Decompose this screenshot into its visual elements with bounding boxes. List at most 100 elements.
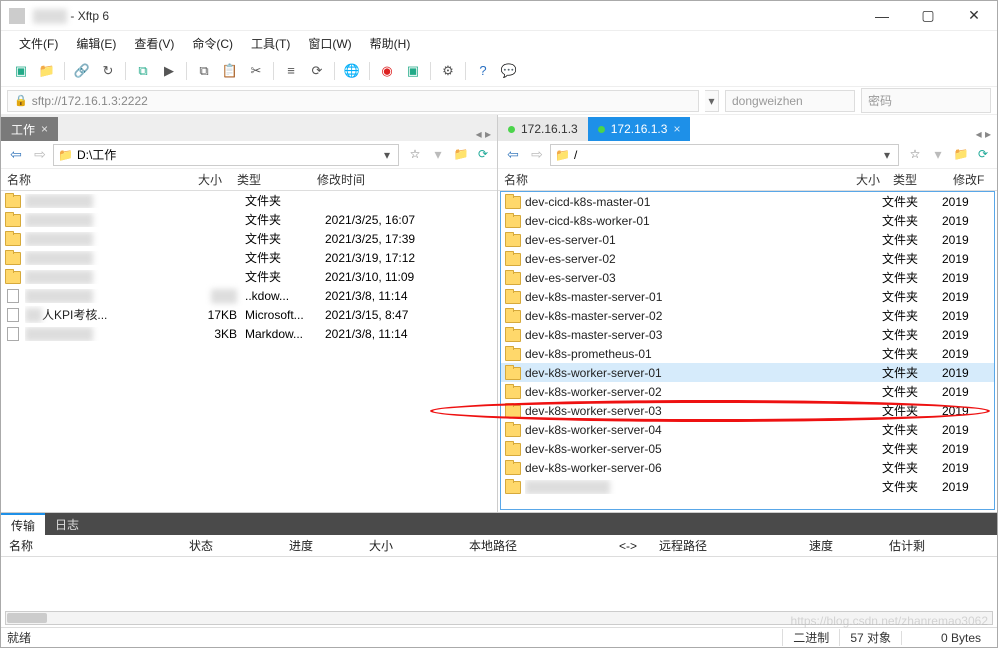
new-window-icon[interactable]: ⧉ bbox=[131, 59, 155, 83]
col-name[interactable]: 名称 bbox=[498, 171, 847, 188]
col-remote[interactable]: 远程路径 bbox=[651, 537, 801, 554]
file-row[interactable]: dev-k8s-prometheus-01文件夹2019 bbox=[501, 344, 994, 363]
col-name[interactable]: 名称 bbox=[1, 171, 181, 188]
menu-cmd[interactable]: 命令(C) bbox=[184, 33, 241, 54]
file-row[interactable]: dev-cicd-k8s-worker-01文件夹2019 bbox=[501, 211, 994, 230]
tab-log[interactable]: 日志 bbox=[45, 513, 89, 535]
settings-icon[interactable]: ⚙ bbox=[436, 59, 460, 83]
refresh-icon[interactable]: ⟳ bbox=[973, 144, 993, 164]
file-name: dev-cicd-k8s-worker-01 bbox=[525, 214, 842, 228]
col-size[interactable]: 大小 bbox=[181, 171, 231, 188]
file-row[interactable]: dev-k8s-worker-server-05文件夹2019 bbox=[501, 439, 994, 458]
col-date[interactable]: 修改F bbox=[947, 171, 997, 188]
refresh-icon[interactable]: ⟳ bbox=[305, 59, 329, 83]
file-row[interactable]: ████████文件夹 bbox=[1, 191, 497, 210]
back-button[interactable]: ⇦ bbox=[5, 144, 27, 166]
col-est[interactable]: 估计剩 bbox=[881, 537, 997, 554]
col-size[interactable]: 大小 bbox=[361, 537, 461, 554]
remote-tab-1[interactable]: 172.16.1.3 bbox=[498, 117, 588, 141]
minimize-button[interactable]: — bbox=[859, 1, 905, 31]
password-input[interactable]: 密码 bbox=[861, 88, 991, 113]
folder-icon bbox=[505, 385, 521, 399]
local-file-list[interactable]: ████████文件夹████████文件夹2021/3/25, 16:07██… bbox=[1, 191, 497, 512]
file-row[interactable]: dev-es-server-02文件夹2019 bbox=[501, 249, 994, 268]
star-icon[interactable]: ☆ bbox=[905, 144, 925, 164]
file-row[interactable]: ████████文件夹2021/3/10, 11:09 bbox=[1, 267, 497, 286]
up-folder-icon[interactable]: 📁 bbox=[451, 144, 471, 164]
menu-help[interactable]: 帮助(H) bbox=[362, 33, 419, 54]
cut-icon[interactable]: ✂ bbox=[244, 59, 268, 83]
col-local[interactable]: 本地路径 bbox=[461, 537, 611, 554]
col-progress[interactable]: 进度 bbox=[281, 537, 361, 554]
back-button[interactable]: ⇦ bbox=[502, 144, 524, 166]
col-date[interactable]: 修改时间 bbox=[311, 171, 497, 188]
properties-icon[interactable]: ≡ bbox=[279, 59, 303, 83]
file-row[interactable]: dev-k8s-master-server-01文件夹2019 bbox=[501, 287, 994, 306]
close-button[interactable]: ✕ bbox=[951, 1, 997, 31]
chevron-down-icon[interactable]: ▾ bbox=[880, 148, 894, 162]
address-dropdown[interactable]: ▾ bbox=[705, 90, 719, 112]
file-row[interactable]: dev-es-server-01文件夹2019 bbox=[501, 230, 994, 249]
play-icon[interactable]: ▶ bbox=[157, 59, 181, 83]
forward-button[interactable]: ⇨ bbox=[526, 144, 548, 166]
file-row[interactable]: ████████文件夹2021/3/19, 17:12 bbox=[1, 248, 497, 267]
file-row[interactable]: ████████文件夹2021/3/25, 16:07 bbox=[1, 210, 497, 229]
maximize-button[interactable]: ▢ bbox=[905, 1, 951, 31]
file-row[interactable]: dev-k8s-master-server-03文件夹2019 bbox=[501, 325, 994, 344]
col-arrow[interactable]: <-> bbox=[611, 539, 651, 553]
close-icon[interactable]: × bbox=[41, 122, 48, 136]
file-row[interactable]: dev-es-server-03文件夹2019 bbox=[501, 268, 994, 287]
col-status[interactable]: 状态 bbox=[181, 537, 281, 554]
file-row[interactable]: ████████3KBMarkdow...2021/3/8, 11:14 bbox=[1, 324, 497, 343]
col-name[interactable]: 名称 bbox=[1, 537, 181, 554]
col-speed[interactable]: 速度 bbox=[801, 537, 881, 554]
copy-icon[interactable]: ⧉ bbox=[192, 59, 216, 83]
file-row[interactable]: dev-k8s-worker-server-04文件夹2019 bbox=[501, 420, 994, 439]
menu-window[interactable]: 窗口(W) bbox=[300, 33, 359, 54]
menu-file[interactable]: 文件(F) bbox=[11, 33, 66, 54]
star-icon[interactable]: ☆ bbox=[405, 144, 425, 164]
file-row[interactable]: ██人KPI考核...17KBMicrosoft...2021/3/15, 8:… bbox=[1, 305, 497, 324]
file-row[interactable]: ██████████文件夹2019 bbox=[501, 477, 994, 496]
xterm-icon[interactable]: ▣ bbox=[401, 59, 425, 83]
file-row[interactable]: dev-k8s-master-server-02文件夹2019 bbox=[501, 306, 994, 325]
local-tab-nav[interactable]: ◂ ▸ bbox=[470, 127, 497, 141]
forward-button[interactable]: ⇨ bbox=[29, 144, 51, 166]
up-folder-icon[interactable]: 📁 bbox=[951, 144, 971, 164]
paste-icon[interactable]: 📋 bbox=[218, 59, 242, 83]
close-icon[interactable]: × bbox=[673, 122, 680, 136]
help-icon[interactable]: ? bbox=[471, 59, 495, 83]
file-row[interactable]: ████████文件夹2021/3/25, 17:39 bbox=[1, 229, 497, 248]
remote-tab-2[interactable]: 172.16.1.3 × bbox=[588, 117, 691, 141]
chevron-down-icon[interactable]: ▾ bbox=[380, 148, 394, 162]
remote-file-list[interactable]: dev-cicd-k8s-master-01文件夹2019dev-cicd-k8… bbox=[500, 191, 995, 510]
file-row[interactable]: dev-k8s-worker-server-03文件夹2019 bbox=[501, 401, 994, 420]
menu-view[interactable]: 查看(V) bbox=[126, 33, 182, 54]
refresh-icon[interactable]: ⟳ bbox=[473, 144, 493, 164]
address-input[interactable]: 🔒 sftp://172.16.1.3:2222 bbox=[7, 90, 699, 112]
local-tab[interactable]: 工作 × bbox=[1, 117, 58, 141]
xshell-icon[interactable]: ◉ bbox=[375, 59, 399, 83]
local-path-input[interactable]: 📁 D:\工作 ▾ bbox=[53, 144, 399, 166]
col-size[interactable]: 大小 bbox=[847, 171, 887, 188]
reconnect-icon[interactable]: ↻ bbox=[96, 59, 120, 83]
remote-tab-nav[interactable]: ◂ ▸ bbox=[970, 127, 997, 141]
col-type[interactable]: 类型 bbox=[887, 171, 947, 188]
col-type[interactable]: 类型 bbox=[231, 171, 311, 188]
open-folder-icon[interactable]: 📁 bbox=[35, 59, 59, 83]
username-input[interactable]: dongweizhen bbox=[725, 90, 855, 112]
tab-transfer[interactable]: 传输 bbox=[1, 513, 45, 535]
menu-tool[interactable]: 工具(T) bbox=[243, 33, 298, 54]
remote-path-input[interactable]: 📁 / ▾ bbox=[550, 144, 899, 166]
feedback-icon[interactable]: 💬 bbox=[497, 59, 521, 83]
file-row[interactable]: dev-k8s-worker-server-06文件夹2019 bbox=[501, 458, 994, 477]
file-row[interactable]: dev-k8s-worker-server-01文件夹2019 bbox=[501, 363, 994, 382]
link-icon[interactable]: 🔗 bbox=[70, 59, 94, 83]
menu-edit[interactable]: 编辑(E) bbox=[68, 33, 124, 54]
file-row[interactable]: ███████████..kdow...2021/3/8, 11:14 bbox=[1, 286, 497, 305]
globe-icon[interactable]: 🌐 bbox=[340, 59, 364, 83]
new-session-icon[interactable]: ▣ bbox=[9, 59, 33, 83]
file-row[interactable]: dev-k8s-worker-server-02文件夹2019 bbox=[501, 382, 994, 401]
file-row[interactable]: dev-cicd-k8s-master-01文件夹2019 bbox=[501, 192, 994, 211]
remote-list-header: 名称 大小 类型 修改F bbox=[498, 169, 997, 191]
